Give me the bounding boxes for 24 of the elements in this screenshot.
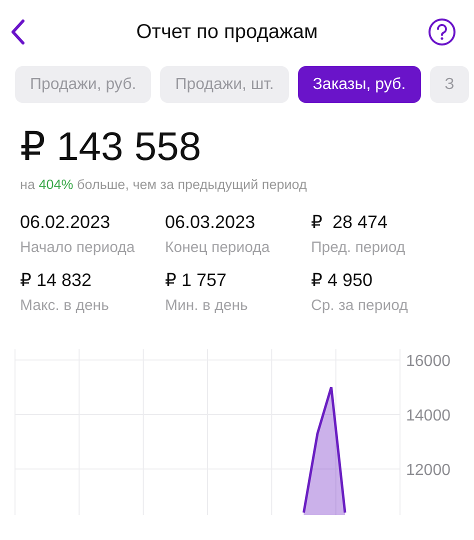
stat-label: Мин. в день (165, 297, 249, 314)
help-icon[interactable] (428, 18, 456, 46)
stat-label: Пред. период (311, 239, 406, 256)
stat-label: Макс. в день (20, 297, 110, 314)
stat-value: 06.02.2023 (20, 212, 112, 233)
axis-label: 14000 (406, 408, 450, 424)
tab[interactable]: З (430, 66, 470, 103)
axis-label: 12000 (406, 462, 450, 479)
screen-title: Отчет по продажам (136, 20, 318, 44)
tab[interactable]: Продажи, шт. (160, 66, 289, 103)
tab[interactable]: Заказы, руб. (298, 66, 421, 103)
tab[interactable]: Продажи, руб. (15, 66, 152, 103)
total-amount: ₽ 143 558 (19, 124, 202, 169)
stat-value: 06.03.2023 (165, 212, 256, 233)
stat-value: ₽ 1 757 (165, 270, 228, 291)
stat-value: ₽ 4 950 (311, 270, 374, 291)
stat-value: ₽ 14 832 (20, 270, 93, 291)
axis-label: 16000 (406, 353, 450, 370)
stat-value: ₽ 28 474 (311, 212, 389, 233)
comparison-text: на 404% больше, чем за предыдущий период (19, 176, 308, 192)
stat-label: Ср. за период (311, 297, 409, 314)
stat-label: Конец периода (165, 239, 271, 256)
back-icon[interactable] (10, 19, 26, 45)
stat-label: Начало периода (20, 239, 136, 256)
